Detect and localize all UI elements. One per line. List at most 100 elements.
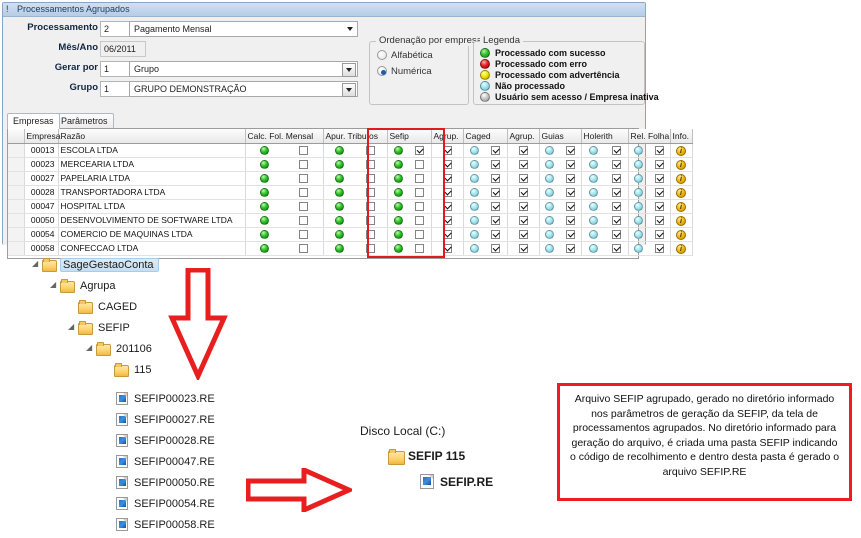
- col-sefip[interactable]: Sefip: [387, 129, 432, 144]
- col-apur-tributos[interactable]: Apur. Tributos: [323, 129, 388, 144]
- table-row[interactable]: 00027 PAPELARIA LTDA i: [8, 171, 693, 186]
- sefip-agrup-checkbox[interactable]: [442, 243, 452, 253]
- caged-checkbox[interactable]: [491, 243, 501, 253]
- rel-folha-checkbox[interactable]: [654, 159, 664, 169]
- calc-fol-mensal-checkbox[interactable]: [298, 173, 308, 183]
- table-row[interactable]: 00058 CONFECCAO LTDA i: [8, 241, 693, 256]
- sefip-checkbox[interactable]: [415, 201, 425, 211]
- radio-numerica[interactable]: Numérica: [377, 66, 432, 77]
- sefip-checkbox[interactable]: [415, 229, 425, 239]
- guias-checkbox[interactable]: [565, 229, 575, 239]
- caged-checkbox[interactable]: [491, 229, 501, 239]
- holerith-checkbox[interactable]: [611, 229, 621, 239]
- rel-folha-checkbox[interactable]: [654, 173, 664, 183]
- calc-fol-mensal-checkbox[interactable]: [298, 159, 308, 169]
- apur-tributos-checkbox[interactable]: [366, 201, 376, 211]
- guias-checkbox[interactable]: [565, 201, 575, 211]
- disco-local-folder[interactable]: SEFIP 115: [388, 449, 465, 465]
- sefip-checkbox[interactable]: [415, 159, 425, 169]
- rel-folha-checkbox[interactable]: [654, 201, 664, 211]
- sefip-checkbox[interactable]: [415, 243, 425, 253]
- rel-folha-checkbox[interactable]: [654, 215, 664, 225]
- col-rel-folha[interactable]: Rel. Folha: [628, 129, 671, 144]
- calc-fol-mensal-checkbox[interactable]: [298, 229, 308, 239]
- caged-agrup-checkbox[interactable]: [518, 201, 528, 211]
- col-guias[interactable]: Guias: [539, 129, 582, 144]
- info-icon[interactable]: i: [676, 201, 686, 212]
- file-item[interactable]: SEFIP00023.RE: [116, 392, 215, 405]
- apur-tributos-checkbox[interactable]: [366, 243, 376, 253]
- radio-icon[interactable]: [377, 50, 387, 60]
- sefip-agrup-checkbox[interactable]: [442, 215, 452, 225]
- guias-checkbox[interactable]: [565, 215, 575, 225]
- table-row[interactable]: 00013 ESCOLA LTDA i: [8, 143, 693, 158]
- calc-fol-mensal-checkbox[interactable]: [298, 145, 308, 155]
- col-calc-fol-mensal[interactable]: Calc. Fol. Mensal: [245, 129, 324, 144]
- gerar-por-combo[interactable]: Grupo: [129, 61, 358, 77]
- sefip-agrup-checkbox[interactable]: [442, 145, 452, 155]
- caged-agrup-checkbox[interactable]: [518, 243, 528, 253]
- tab-empresas[interactable]: Empresas: [7, 113, 60, 129]
- calc-fol-mensal-checkbox[interactable]: [298, 215, 308, 225]
- radio-alfabetica[interactable]: Alfabética: [377, 50, 433, 61]
- rel-folha-checkbox[interactable]: [654, 145, 664, 155]
- guias-checkbox[interactable]: [565, 159, 575, 169]
- apur-tributos-checkbox[interactable]: [366, 159, 376, 169]
- holerith-checkbox[interactable]: [611, 145, 621, 155]
- chevron-down-icon[interactable]: [342, 83, 356, 97]
- row-selector[interactable]: [8, 185, 25, 200]
- row-selector[interactable]: [8, 199, 25, 214]
- tree-node-sefip[interactable]: ◢ SEFIP: [68, 321, 132, 335]
- sefip-checkbox[interactable]: [415, 173, 425, 183]
- tab-parametros[interactable]: Parâmetros: [55, 113, 114, 129]
- sefip-checkbox[interactable]: [415, 187, 425, 197]
- caged-agrup-checkbox[interactable]: [518, 187, 528, 197]
- file-item[interactable]: SEFIP00050.RE: [116, 476, 215, 489]
- tree-expander-open-icon[interactable]: ◢: [86, 343, 95, 352]
- radio-icon-selected[interactable]: [377, 66, 387, 76]
- rel-folha-checkbox[interactable]: [654, 243, 664, 253]
- chevron-down-icon[interactable]: [342, 22, 357, 36]
- caged-checkbox[interactable]: [491, 187, 501, 197]
- caged-agrup-checkbox[interactable]: [518, 215, 528, 225]
- sefip-agrup-checkbox[interactable]: [442, 187, 452, 197]
- table-row[interactable]: 00023 MERCEARIA LTDA i: [8, 157, 693, 172]
- row-selector[interactable]: [8, 227, 25, 242]
- sefip-agrup-checkbox[interactable]: [442, 229, 452, 239]
- holerith-checkbox[interactable]: [611, 215, 621, 225]
- col-select[interactable]: [8, 129, 25, 144]
- tree-node-sagegestaoconta[interactable]: ◢ SageGestaoConta: [32, 258, 159, 272]
- tree-node-115[interactable]: 115: [104, 363, 154, 377]
- table-row[interactable]: 00054 COMERCIO DE MAQUINAS LTDA i: [8, 227, 693, 242]
- col-caged-agrup[interactable]: Agrup.: [507, 129, 540, 144]
- row-selector[interactable]: [8, 143, 25, 158]
- row-selector[interactable]: [8, 213, 25, 228]
- sefip-agrup-checkbox[interactable]: [442, 159, 452, 169]
- tree-node-201106[interactable]: ◢ 201106: [86, 342, 154, 356]
- info-icon[interactable]: i: [676, 173, 686, 184]
- caged-checkbox[interactable]: [491, 159, 501, 169]
- col-empresa[interactable]: Empresa: [24, 129, 61, 144]
- rel-folha-checkbox[interactable]: [654, 187, 664, 197]
- disco-local-file[interactable]: SEFIP.RE: [420, 474, 493, 489]
- col-info[interactable]: Info.: [670, 129, 693, 144]
- file-item[interactable]: SEFIP00054.RE: [116, 497, 215, 510]
- apur-tributos-checkbox[interactable]: [366, 187, 376, 197]
- file-item[interactable]: SEFIP00028.RE: [116, 434, 215, 447]
- holerith-checkbox[interactable]: [611, 173, 621, 183]
- col-razao[interactable]: Razão: [58, 129, 246, 144]
- file-item[interactable]: SEFIP00047.RE: [116, 455, 215, 468]
- sefip-checkbox[interactable]: [415, 145, 425, 155]
- table-row[interactable]: 00047 HOSPITAL LTDA i: [8, 199, 693, 214]
- col-caged[interactable]: Caged: [463, 129, 508, 144]
- mes-ano-input[interactable]: 06/2011: [100, 41, 146, 57]
- info-icon[interactable]: i: [676, 243, 686, 254]
- caged-agrup-checkbox[interactable]: [518, 229, 528, 239]
- calc-fol-mensal-checkbox[interactable]: [298, 243, 308, 253]
- tree-expander-open-icon[interactable]: ◢: [50, 280, 59, 289]
- info-icon[interactable]: i: [676, 159, 686, 170]
- info-icon[interactable]: i: [676, 145, 686, 156]
- grupo-combo[interactable]: GRUPO DEMONSTRAÇÃO: [129, 81, 358, 97]
- tree-expander-open-icon[interactable]: ◢: [68, 322, 77, 331]
- file-item[interactable]: SEFIP00058.RE: [116, 518, 215, 531]
